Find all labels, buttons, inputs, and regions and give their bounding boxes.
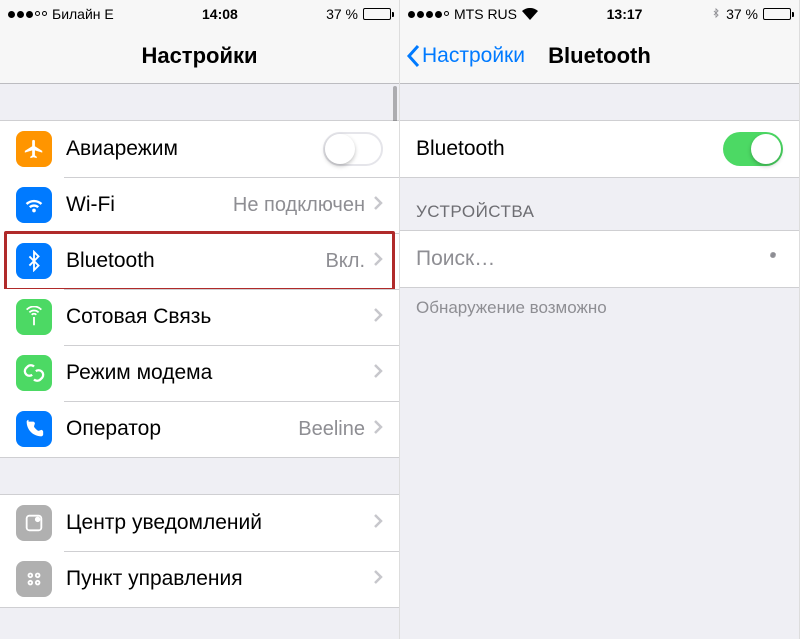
row-label: Режим модема — [66, 361, 373, 385]
chevron-right-icon — [373, 251, 383, 272]
settings-group-2: Центр уведомлений Пункт управления — [0, 494, 399, 608]
row-value: Beeline — [298, 418, 365, 441]
chevron-right-icon — [373, 195, 383, 216]
spinner-icon — [761, 248, 783, 270]
antenna-icon — [16, 299, 52, 335]
row-notification-center[interactable]: Центр уведомлений — [0, 495, 399, 551]
row-bluetooth[interactable]: Bluetooth Вкл. — [0, 233, 399, 289]
chevron-right-icon — [373, 513, 383, 534]
chevron-right-icon — [373, 307, 383, 328]
row-label: Wi-Fi — [66, 193, 233, 217]
row-label: Пункт управления — [66, 567, 373, 591]
devices-header: УСТРОЙСТВА — [400, 178, 799, 230]
bluetooth-icon — [16, 243, 52, 279]
row-wifi[interactable]: Wi-Fi Не подключен — [0, 177, 399, 233]
notification-center-icon — [16, 505, 52, 541]
bluetooth-toggle[interactable] — [723, 132, 783, 166]
devices-section: Поиск… — [400, 230, 799, 288]
row-label: Сотовая Связь — [66, 305, 373, 329]
bluetooth-screen: MTS RUS 13:17 37 % Настройки Bluetooth B… — [400, 0, 800, 639]
back-button[interactable]: Настройки — [406, 28, 525, 83]
bluetooth-toggle-section: Bluetooth — [400, 120, 799, 178]
phone-icon — [16, 411, 52, 447]
status-bar: Билайн E 14:08 37 % — [0, 0, 399, 28]
clock: 13:17 — [607, 6, 643, 22]
carrier-label: Билайн E — [52, 6, 114, 22]
battery-icon — [363, 8, 391, 20]
row-label: Оператор — [66, 417, 298, 441]
row-control-center[interactable]: Пункт управления — [0, 551, 399, 607]
settings-group-1: Авиарежим Wi-Fi Не подключен Bluetooth В… — [0, 120, 399, 458]
row-cellular[interactable]: Сотовая Связь — [0, 289, 399, 345]
row-hotspot[interactable]: Режим модема — [0, 345, 399, 401]
row-airplane-mode[interactable]: Авиарежим — [0, 121, 399, 177]
nav-bar: Настройки — [0, 28, 399, 84]
searching-label: Поиск… — [416, 247, 761, 271]
page-title: Bluetooth — [548, 43, 651, 69]
row-label: Bluetooth — [416, 137, 723, 161]
row-value: Не подключен — [233, 194, 365, 217]
bluetooth-status-icon — [711, 5, 721, 24]
chevron-right-icon — [373, 419, 383, 440]
bluetooth-toggle-row[interactable]: Bluetooth — [400, 121, 799, 177]
control-center-icon — [16, 561, 52, 597]
chevron-right-icon — [373, 363, 383, 384]
clock: 14:08 — [202, 6, 238, 22]
row-label: Центр уведомлений — [66, 511, 373, 535]
settings-screen: Билайн E 14:08 37 % Настройки Авиарежим … — [0, 0, 400, 639]
page-title: Настройки — [141, 43, 257, 69]
battery-percent: 37 % — [726, 6, 758, 22]
battery-percent: 37 % — [326, 6, 358, 22]
row-label: Авиарежим — [66, 137, 323, 161]
link-icon — [16, 355, 52, 391]
battery-icon — [763, 8, 791, 20]
signal-dots-icon — [408, 11, 449, 18]
airplane-toggle[interactable] — [323, 132, 383, 166]
back-label: Настройки — [422, 44, 525, 68]
discoverable-footer: Обнаружение возможно — [400, 288, 799, 328]
status-bar: MTS RUS 13:17 37 % — [400, 0, 799, 28]
wifi-icon — [16, 187, 52, 223]
airplane-icon — [16, 131, 52, 167]
row-label: Bluetooth — [66, 249, 325, 273]
searching-row: Поиск… — [400, 231, 799, 287]
row-value: Вкл. — [325, 250, 365, 273]
wifi-status-icon — [522, 8, 538, 20]
row-carrier[interactable]: Оператор Beeline — [0, 401, 399, 457]
chevron-right-icon — [373, 569, 383, 590]
carrier-label: MTS RUS — [454, 6, 517, 22]
nav-bar: Настройки Bluetooth — [400, 28, 799, 84]
signal-dots-icon — [8, 11, 47, 18]
